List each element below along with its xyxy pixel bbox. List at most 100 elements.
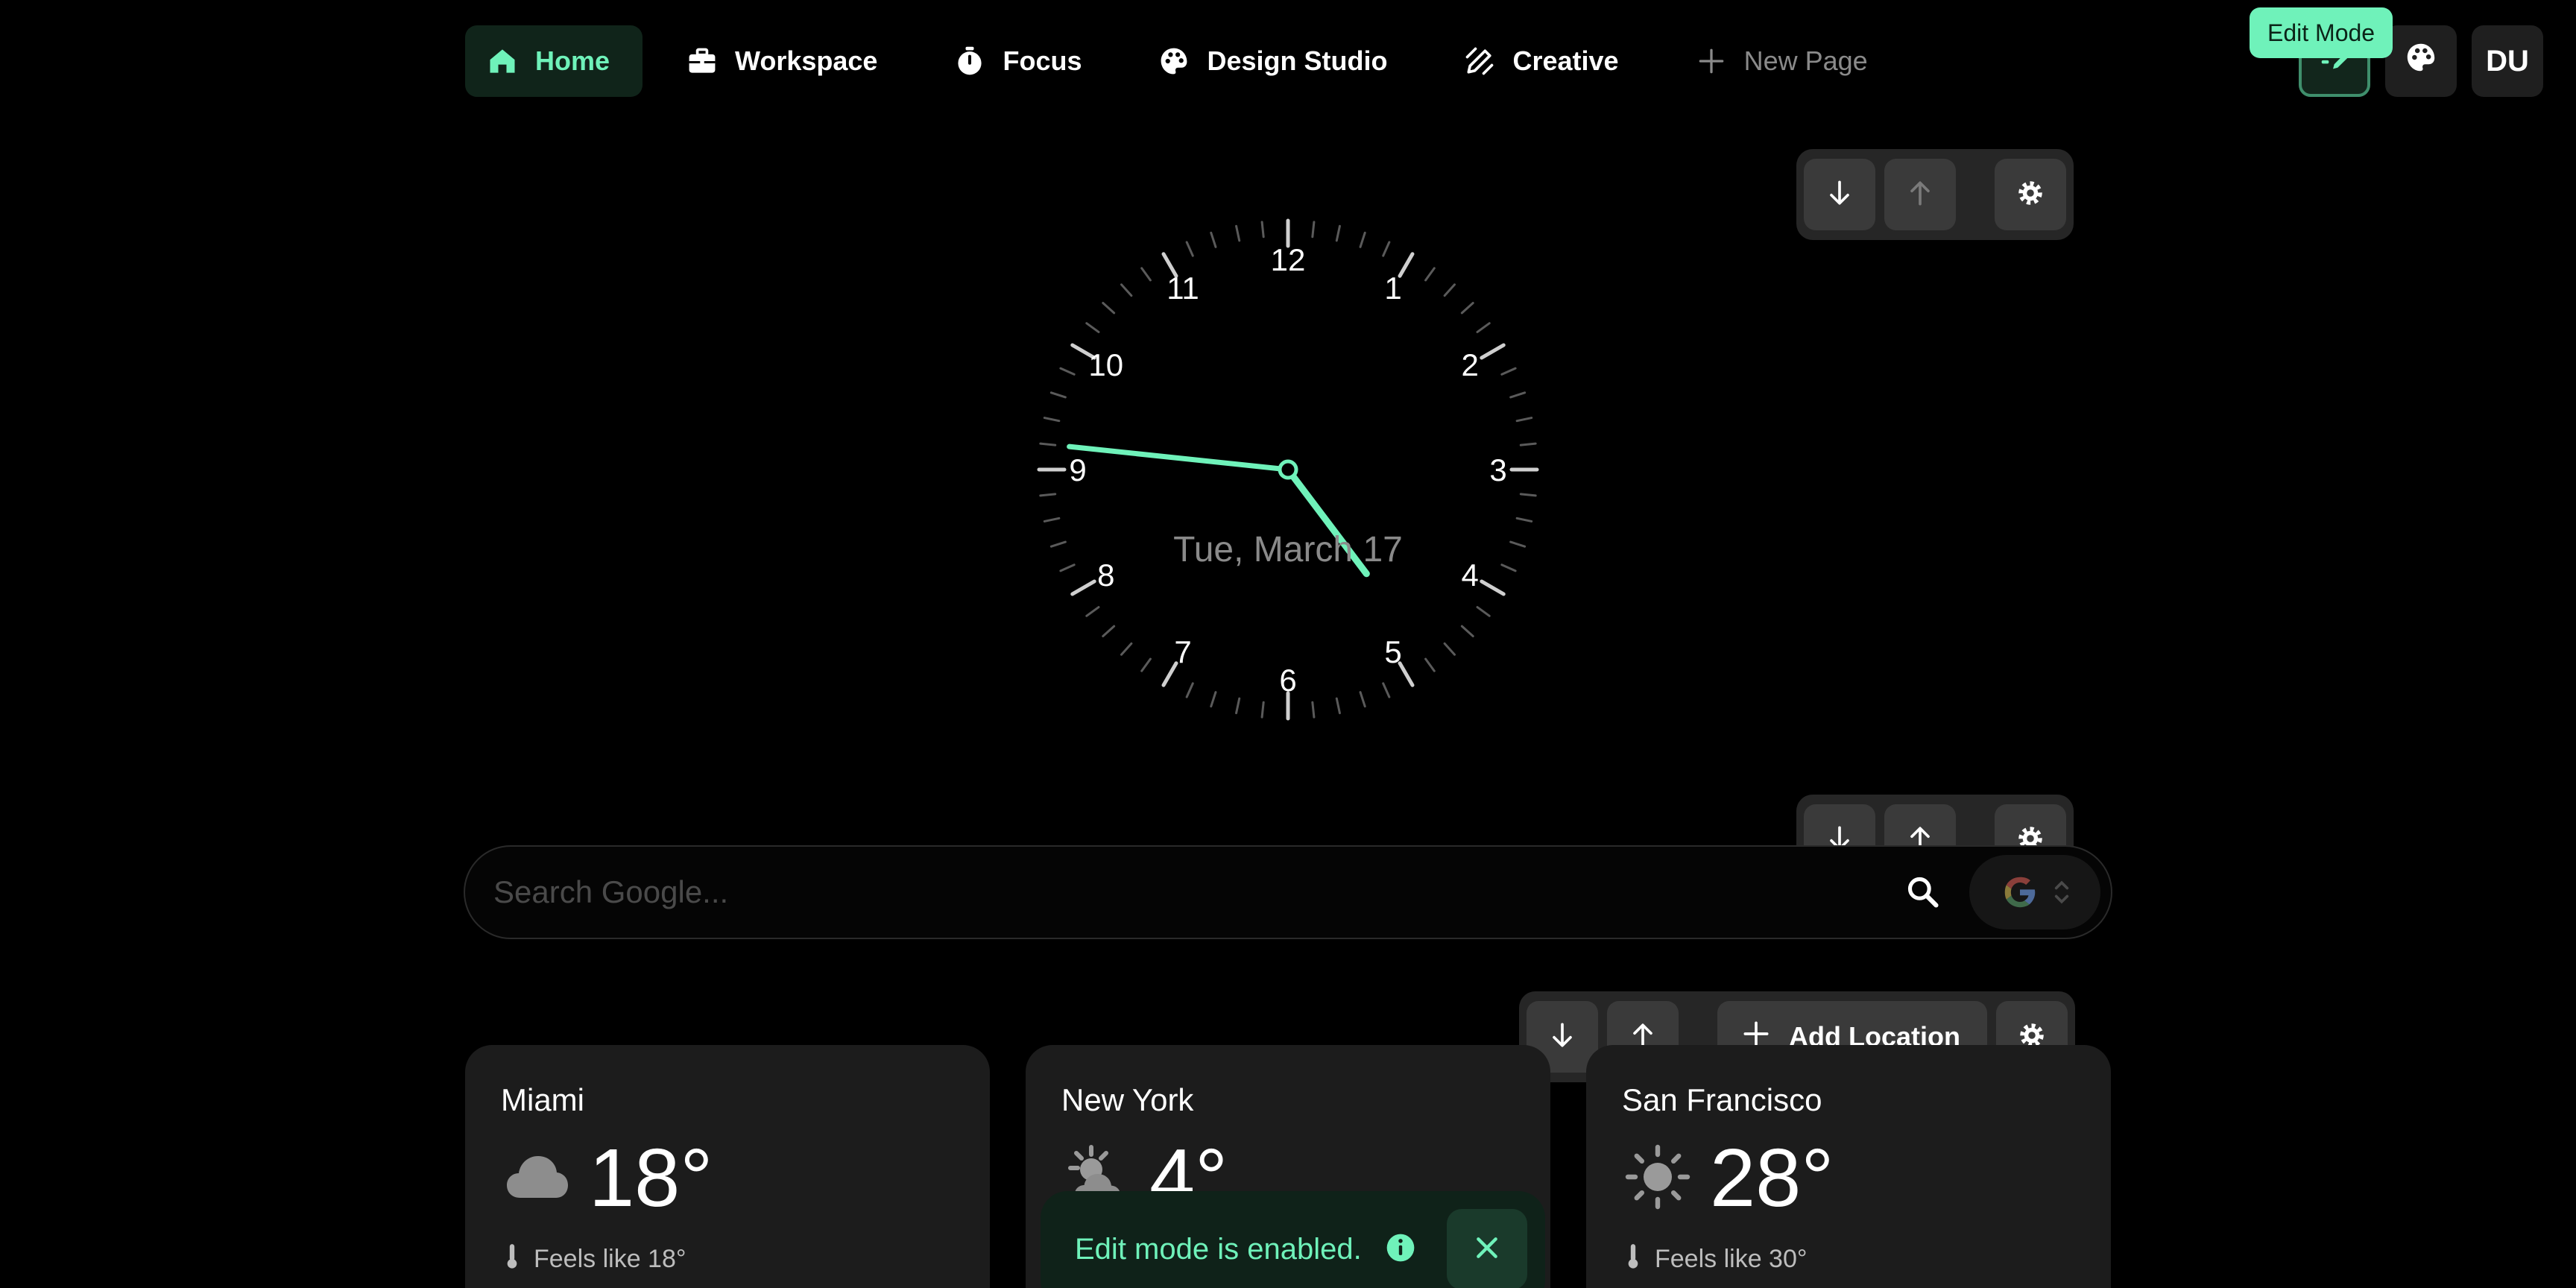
toast-close-button[interactable] [1446, 1209, 1527, 1288]
clock-face: 121234567891011 [1037, 218, 1539, 721]
clock-widget-toolbar [1796, 149, 2074, 240]
clock-number: 2 [1462, 347, 1479, 382]
clock-minute-tick [1260, 221, 1265, 239]
new-page-button[interactable]: New Page [1674, 25, 1901, 97]
clock-minute-tick [1515, 417, 1533, 423]
tab-creative[interactable]: Creative [1442, 25, 1651, 97]
clock-minute-tick [1519, 442, 1537, 446]
weather-feels-like: Feels like 18° [501, 1242, 954, 1277]
clock-minute-tick [1311, 701, 1316, 719]
edit-mode-toast: Edit mode is enabled. [1041, 1191, 1545, 1288]
user-avatar[interactable]: DU [2472, 25, 2543, 97]
search-icon[interactable] [1902, 871, 1944, 913]
clock-minute-tick [1235, 224, 1241, 242]
tab-home[interactable]: Home [465, 25, 643, 97]
thermometer-icon [501, 1242, 523, 1277]
clock-minute-tick [1476, 322, 1491, 333]
clock-minute-tick [1043, 417, 1061, 423]
gear-icon [2014, 177, 2047, 213]
clock-minute-tick [1059, 367, 1076, 376]
clock-minute-tick [1382, 682, 1391, 698]
thermometer-icon [1622, 1242, 1644, 1277]
move-up-button[interactable] [1884, 159, 1956, 230]
clock-minute-tick [1185, 682, 1194, 698]
clock-center [1278, 459, 1298, 480]
clock-hour-tick [1070, 579, 1096, 596]
clock-number: 9 [1069, 452, 1086, 487]
edit-mode-tooltip: Edit Mode [2250, 7, 2393, 58]
plus-icon [1695, 45, 1728, 78]
clock-minute-tick [1235, 697, 1241, 715]
cloud-icon [501, 1141, 572, 1216]
clock-minute-tick [1519, 493, 1537, 497]
clock-minute-tick [1515, 517, 1533, 523]
dashboard-page: Home Workspace Focus Design Studio Creat… [0, 0, 2576, 1288]
tab-focus[interactable]: Focus [932, 25, 1114, 97]
move-down-button[interactable] [1804, 159, 1875, 230]
clock-minute-tick [1039, 493, 1057, 497]
clock-minute-tick [1210, 231, 1217, 248]
clock-hour-tick [1480, 343, 1506, 360]
briefcase-icon [686, 45, 719, 78]
weather-temperature: 18° [589, 1132, 713, 1224]
sun-icon [1622, 1141, 1693, 1216]
clock-minute-tick [1085, 606, 1100, 617]
tab-label: Design Studio [1207, 45, 1388, 76]
widget-settings-button[interactable] [1995, 159, 2066, 230]
clock-minute-tick [1476, 606, 1491, 617]
arrow-down-icon [1546, 1019, 1579, 1055]
tab-label: Home [535, 45, 610, 76]
weather-feels-like: Feels like 30° [1622, 1242, 2075, 1277]
tab-design-studio[interactable]: Design Studio [1137, 25, 1420, 97]
analog-clock: 12 1 2 3 4 5 6 7 8 9 10 11 Tue, March 17 [1020, 201, 1556, 738]
clock-minute-tick [1120, 642, 1133, 656]
google-logo-icon [2004, 877, 2036, 908]
clock-number: 6 [1279, 663, 1296, 698]
chevron-up-down-icon [2054, 880, 2069, 904]
search-input[interactable] [465, 847, 1902, 938]
arrow-up-icon [1904, 177, 1936, 213]
clock-minute-tick [1443, 283, 1456, 297]
clock-minute-tick [1460, 625, 1474, 637]
clock-number: 11 [1167, 271, 1199, 306]
tab-label: Workspace [735, 45, 878, 76]
clock-minute-tick [1509, 391, 1527, 399]
clock-number: 12 [1271, 242, 1306, 277]
close-icon [1472, 1233, 1502, 1266]
clock-minute-tick [1102, 625, 1116, 637]
weather-city: San Francisco [1622, 1082, 1822, 1117]
weather-city: Miami [501, 1082, 584, 1117]
clock-minute-tick [1359, 231, 1366, 248]
tab-label: Creative [1512, 45, 1619, 76]
clock-hour-tick [1480, 579, 1506, 596]
clock-minute-tick [1311, 221, 1316, 239]
clock-minute-tick [1424, 657, 1436, 672]
search-bar [464, 845, 2112, 939]
clock-number: 5 [1384, 634, 1401, 669]
page-tabs: Home Workspace Focus Design Studio Creat… [465, 25, 1923, 97]
tab-label: Focus [1003, 45, 1082, 76]
clock-minute-tick [1185, 241, 1194, 257]
clock-number: 1 [1384, 271, 1401, 306]
clock-minute-tick [1043, 517, 1061, 523]
clock-minute-tick [1085, 322, 1100, 333]
minute-hand [1067, 443, 1291, 473]
weather-card-san-francisco[interactable]: San Francisco 28° Feels like 30° [1586, 1045, 2111, 1288]
home-icon [486, 45, 519, 78]
palette-icon [2404, 40, 2438, 82]
clock-minute-tick [1102, 302, 1116, 315]
clock-minute-tick [1500, 367, 1517, 376]
clock-minute-tick [1382, 241, 1391, 257]
weather-card-miami[interactable]: Miami 18° Feels like 18° [465, 1045, 990, 1288]
clock-minute-tick [1210, 691, 1217, 708]
theme-button[interactable] [2385, 25, 2457, 97]
info-icon[interactable] [1384, 1231, 1417, 1268]
toast-message: Edit mode is enabled. [1075, 1232, 1362, 1266]
palette-icon [1158, 45, 1190, 78]
tab-workspace[interactable]: Workspace [665, 25, 910, 97]
clock-minute-tick [1460, 302, 1474, 315]
clock-minute-tick [1359, 691, 1366, 708]
clock-number: 10 [1088, 347, 1123, 382]
clock-minute-tick [1443, 642, 1456, 656]
search-engine-selector[interactable] [1969, 855, 2100, 929]
